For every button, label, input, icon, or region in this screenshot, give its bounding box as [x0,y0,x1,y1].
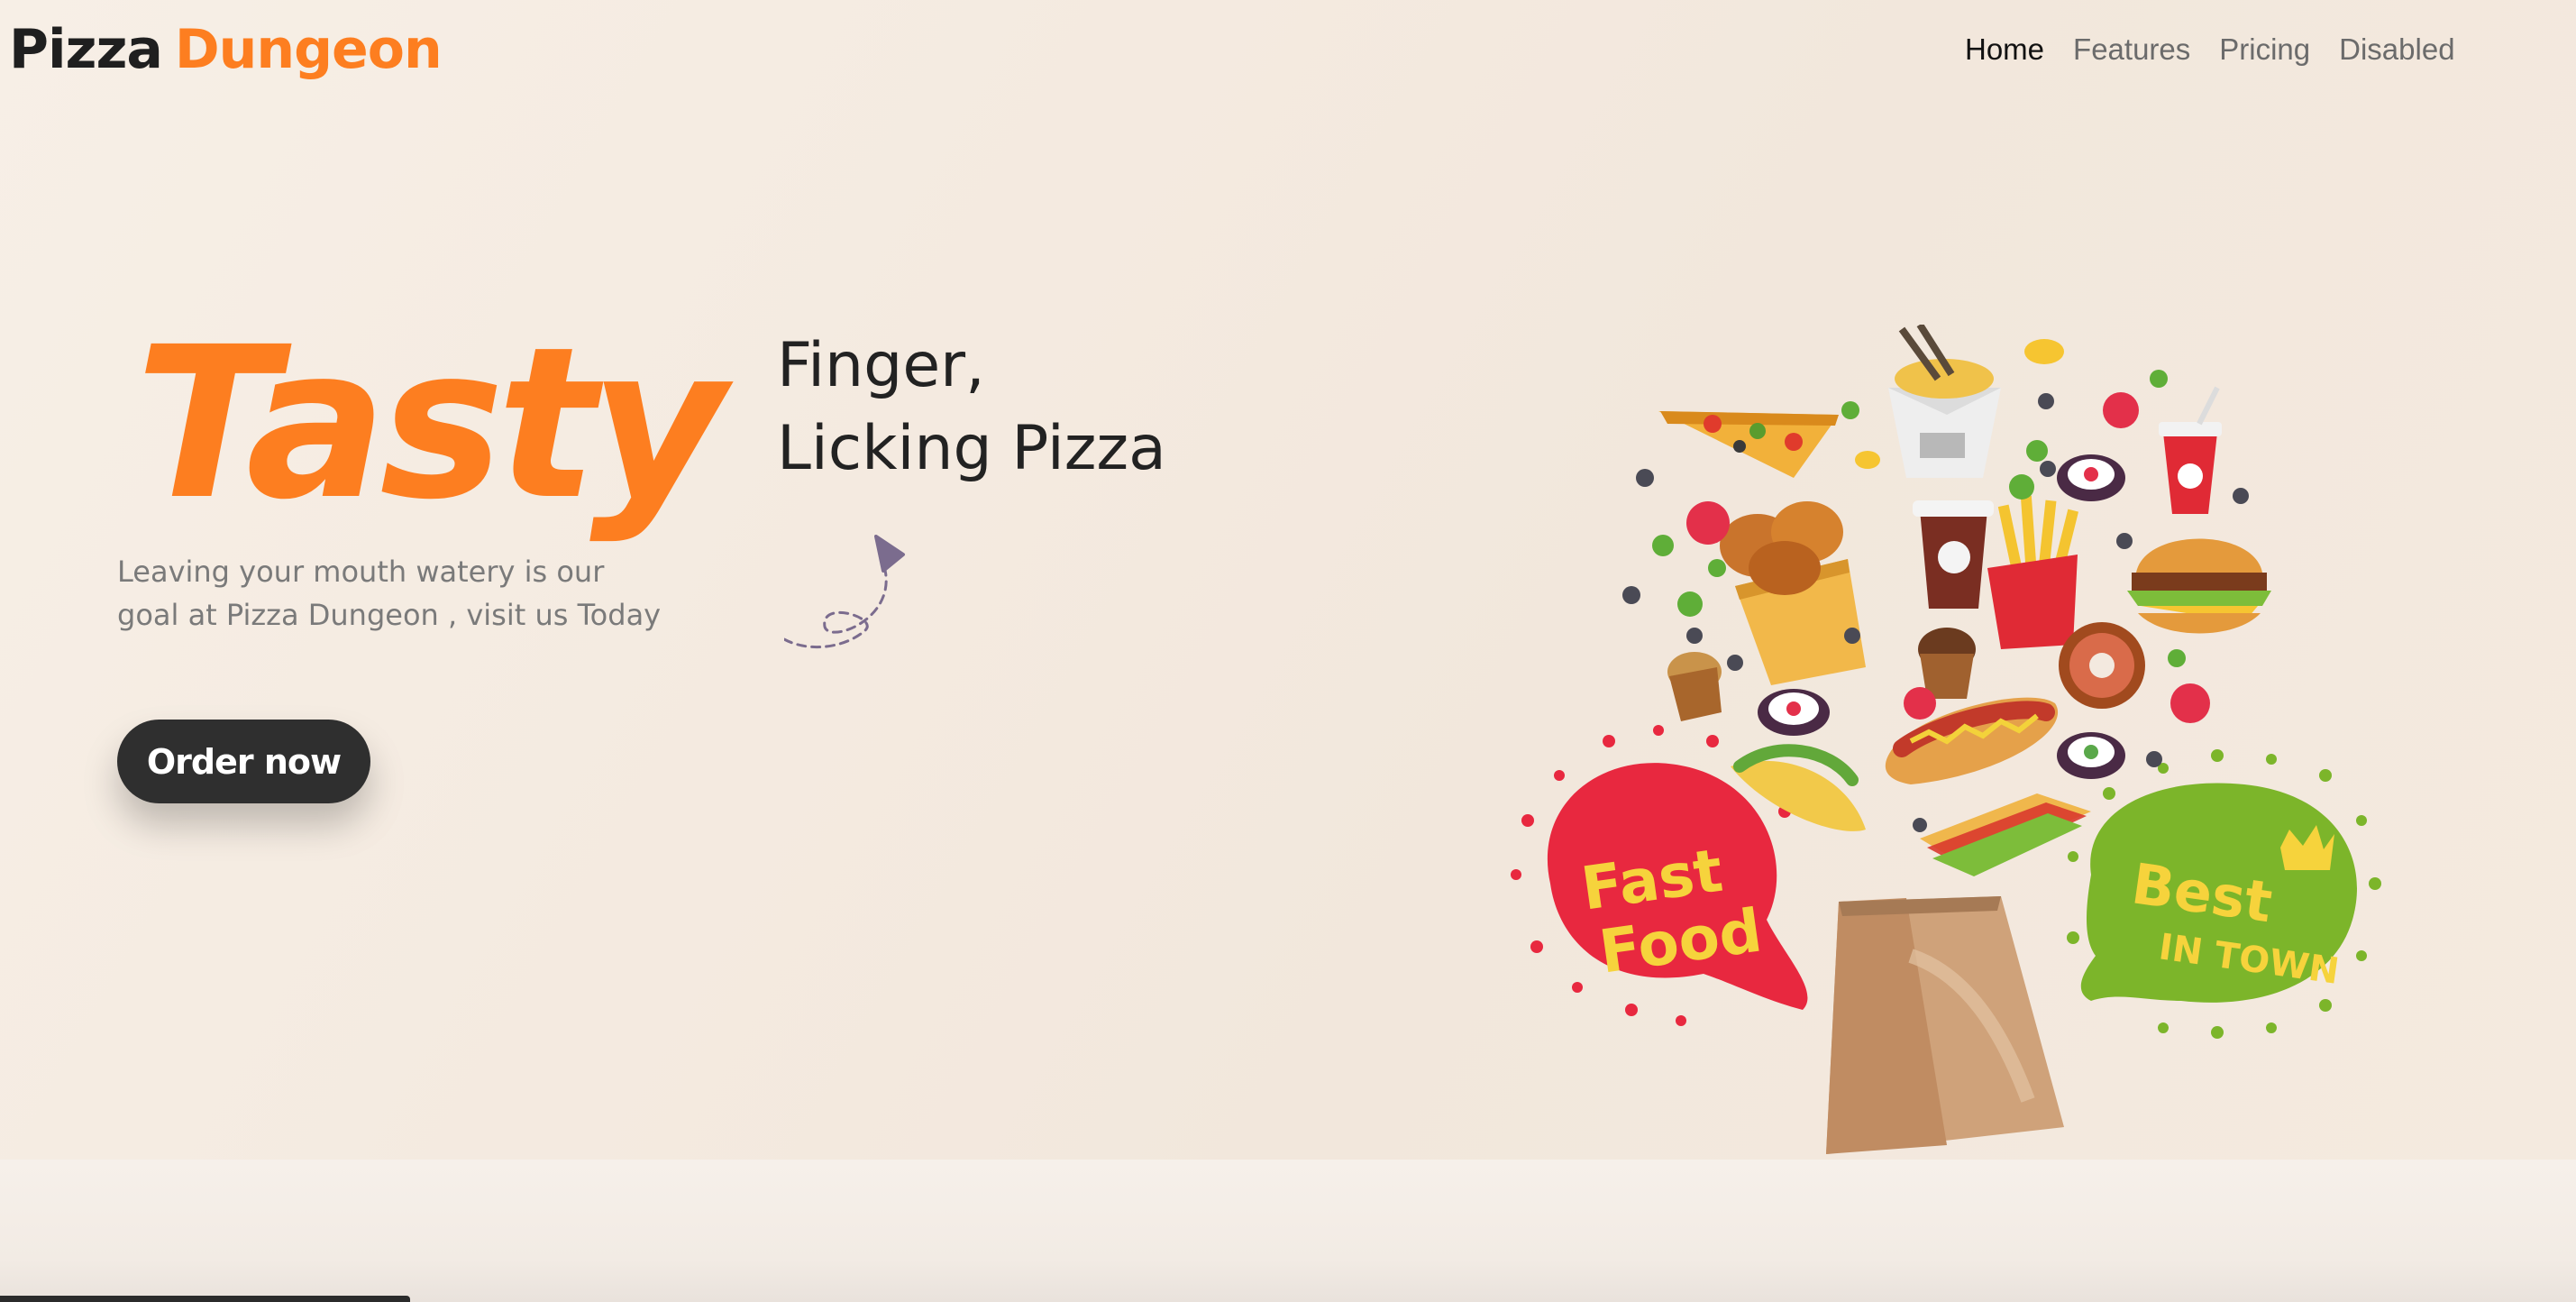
noodle-box-icon [1888,325,2001,478]
hero-subtext: Leaving your mouth watery is our goal at… [117,550,694,637]
nav-link-home[interactable]: Home [1965,32,2044,67]
sandwich-icon [1920,793,2091,876]
hero-tagline: Finger, Licking Pizza [777,325,1166,491]
sushi-roll-icon [1758,689,1830,736]
brand-logo-part1: Pizza [9,18,163,81]
dashed-arrow-doodle [784,535,905,649]
main-nav: Home Features Pricing Disabled [1965,29,2455,70]
hero-headline: Tasty [135,302,726,546]
muffin-icon [1918,628,1976,699]
best-in-town-badge: Best IN TOWN [2067,749,2381,1039]
soda-cup-icon [2159,386,2222,514]
nav-link-features[interactable]: Features [2073,32,2190,67]
burger-icon [2127,538,2271,634]
donut-icon [2059,622,2145,709]
scroll-indicator-bar [0,1296,410,1302]
fast-food-illustration: Fast Food Best IN TOWN [1511,325,2381,1154]
nav-link-disabled[interactable]: Disabled [2339,32,2454,67]
fried-chicken-bucket-icon [1720,501,1866,685]
order-now-button[interactable]: Order now [117,720,370,803]
hero-subtext-line2: goal at Pizza Dungeon , visit us Today [117,598,662,632]
french-fries-icon [1987,495,2079,649]
paper-bag-icon [1826,896,2064,1154]
hero-tagline-line2: Licking Pizza [777,413,1166,484]
hero-subtext-line1: Leaving your mouth watery is our [117,555,605,589]
hero-tagline-line1: Finger, [777,330,985,401]
next-section-background [0,1160,2576,1302]
brand-logo[interactable]: Pizza Dungeon [9,18,443,81]
pizza-slice-icon [1658,411,1839,478]
coffee-cup-icon [1913,500,1994,609]
sushi-roll-icon-2 [2057,732,2125,779]
nav-link-pricing[interactable]: Pricing [2219,32,2310,67]
brand-logo-part2: Dungeon [174,18,443,81]
muffin-small-icon [1667,652,1722,721]
sushi-roll-icon-3 [2057,454,2125,501]
